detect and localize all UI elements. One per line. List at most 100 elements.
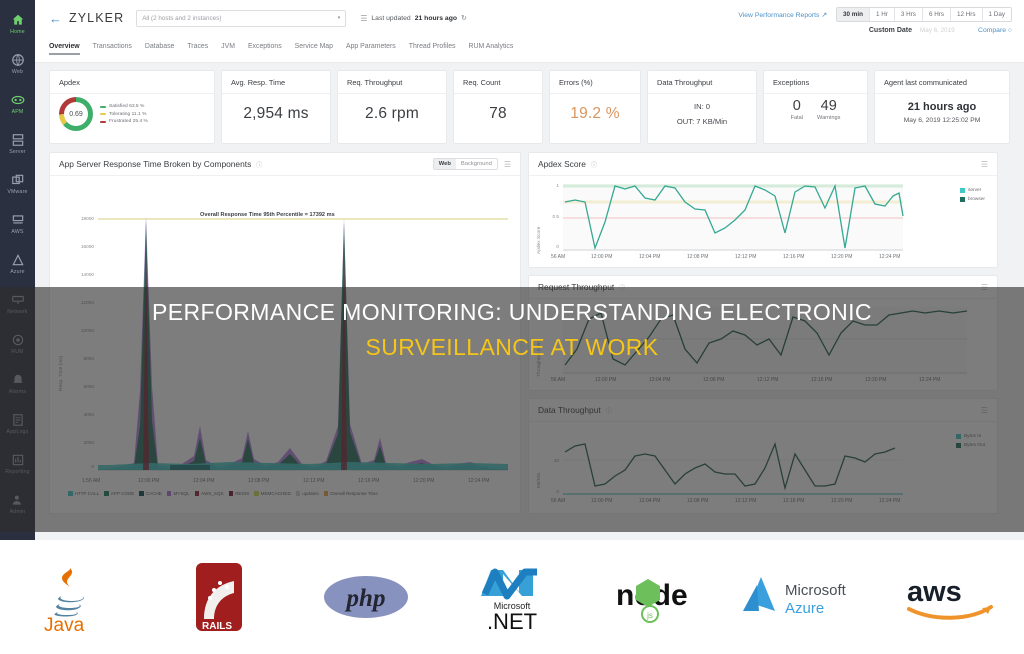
legend-item-browser[interactable]: browser (960, 197, 985, 202)
info-icon[interactable]: ⓘ (591, 160, 597, 169)
x-tick: 12:04 PM (639, 254, 661, 260)
time-range-1day[interactable]: 1 Day (983, 8, 1011, 21)
kpi-title: Req. Throughput (338, 71, 446, 94)
azure-logo: Microsoft Azure (731, 540, 877, 654)
view-performance-reports-link[interactable]: View Performance Reports ↗ (738, 11, 827, 19)
compare-label: Compare (978, 27, 1006, 34)
kpi-card-avg-resp-time[interactable]: Avg. Resp. Time 2,954 ms (221, 70, 331, 144)
tab-thread-profiles[interactable]: Thread Profiles (409, 43, 456, 55)
tab-database[interactable]: Database (145, 43, 175, 55)
apdex-donut-chart: 0.69 (59, 97, 93, 131)
time-range-selector[interactable]: 30 min 1 Hr 3 Hrs 6 Hrs 12 Hrs 1 Day (836, 7, 1012, 22)
refresh-icon[interactable]: ↻ (461, 14, 467, 22)
php-logo-text: php (344, 585, 385, 612)
data-throughput-in: IN: 0 (693, 102, 711, 111)
sidebar-item-label: Server (9, 148, 26, 155)
sidebar-item-vmware[interactable]: VMware (0, 164, 35, 204)
nodejs-logo-sub: js (646, 611, 653, 620)
toggle-web[interactable]: Web (433, 159, 456, 169)
time-range-6hrs[interactable]: 6 Hrs (923, 8, 951, 21)
back-arrow-icon[interactable]: ← (49, 11, 62, 26)
kpi-card-agent-last-communicated[interactable]: Agent last communicated 21 hours ago May… (874, 70, 1010, 144)
tab-rum-analytics[interactable]: RUM Analytics (469, 43, 514, 55)
time-range-30min[interactable]: 30 min (837, 8, 870, 21)
compare-toggle[interactable]: Compare ○ (978, 27, 1012, 34)
tab-overview[interactable]: Overview (49, 43, 80, 55)
sidebar-item-web[interactable]: Web (0, 44, 35, 84)
legend-label: server (967, 188, 982, 193)
sidebar-item-server[interactable]: Server (0, 124, 35, 164)
panel-menu-icon[interactable]: ☰ (981, 160, 988, 169)
kpi-card-exceptions[interactable]: Exceptions 0 Fatal 49 Warnings (763, 70, 868, 144)
tab-exceptions[interactable]: Exceptions (248, 43, 282, 55)
tab-transactions[interactable]: Transactions (93, 43, 132, 55)
home-icon (11, 13, 25, 27)
exceptions-values: 0 Fatal 49 Warnings (764, 94, 867, 121)
tab-service-map[interactable]: Service Map (295, 43, 333, 55)
kpi-card-req-count[interactable]: Req. Count 78 (453, 70, 543, 144)
azure-logo-text: Microsoft (785, 582, 847, 599)
toggle-background[interactable]: Background (456, 159, 497, 169)
x-tick: 12:12 PM (735, 254, 757, 260)
sidebar-item-apm[interactable]: APM (0, 84, 35, 124)
dotnet-logo-text: .NET (487, 609, 537, 632)
tab-jvm[interactable]: JVM (221, 43, 235, 55)
server-icon (11, 133, 25, 147)
kpi-title: Apdex (50, 71, 214, 94)
aws-logo: aws (878, 540, 1024, 654)
php-logo: php (293, 540, 439, 654)
kpi-card-apdex[interactable]: Apdex 0.69 Satisfied 63.5 % Tolerating 1… (49, 70, 215, 144)
java-logo: Java (0, 540, 146, 654)
kpi-title: Errors (%) (550, 71, 640, 94)
sidebar-item-label: Web (11, 68, 24, 75)
x-tick: 12:08 PM (687, 254, 709, 260)
header-right-controls: View Performance Reports ↗ 30 min 1 Hr 3… (738, 7, 1012, 22)
apdex-chart-legend: server browser (960, 188, 985, 202)
kpi-card-data-throughput[interactable]: Data Throughput IN: 0 OUT: 7 KB/Min (647, 70, 757, 144)
host-instance-select[interactable]: All (2 hosts and 2 instances) ▾ (136, 9, 347, 27)
custom-date-value[interactable]: May 6, 2019 (920, 27, 970, 34)
tab-app-parameters[interactable]: App Parameters (346, 43, 396, 55)
time-range-3hrs[interactable]: 3 Hrs (895, 8, 923, 21)
sidebar-item-aws[interactable]: AWS (0, 204, 35, 244)
sidebar-item-home[interactable]: Home (0, 4, 35, 44)
sidebar-item-label: APM (11, 108, 24, 115)
kpi-card-req-throughput[interactable]: Req. Throughput 2.6 rpm (337, 70, 447, 144)
kpi-value: 2,954 ms (243, 105, 309, 122)
panel-title: Apdex Score (538, 159, 586, 169)
web-background-toggle[interactable]: Web Background (432, 158, 498, 170)
last-updated-prefix: Last updated (371, 14, 411, 22)
time-range-1hr[interactable]: 1 Hr (870, 8, 895, 21)
agent-values: 21 hours ago May 6, 2019 12:25:02 PM (875, 94, 1009, 124)
vmware-icon (11, 173, 25, 187)
kpi-card-strip: Apdex 0.69 Satisfied 63.5 % Tolerating 1… (35, 63, 1024, 144)
kpi-title: Agent last communicated (875, 71, 1009, 94)
x-tick: 12:20 PM (831, 254, 853, 260)
kpi-title: Data Throughput (648, 71, 756, 94)
panel-apdex-score: Apdex Score ⓘ ☰ Apdex Score 1 0.5 0 serv… (528, 152, 998, 268)
legend-item-server[interactable]: server (960, 188, 985, 193)
rails-logo: RAILS (146, 540, 292, 654)
kpi-card-errors[interactable]: Errors (%) 19.2 % (549, 70, 641, 144)
sidebar-item-azure[interactable]: Azure (0, 244, 35, 284)
apdex-legend: Satisfied 63.5 % Tolerating 11.1 % Frust… (100, 104, 148, 124)
page-title: ZYLKER (69, 11, 125, 25)
exceptions-warnings: 49 Warnings (817, 98, 840, 121)
time-range-12hrs[interactable]: 12 Hrs (951, 8, 983, 21)
info-icon[interactable]: ⓘ (256, 160, 262, 169)
panel-header: Apdex Score ⓘ ☰ (529, 153, 997, 176)
tab-traces[interactable]: Traces (187, 43, 208, 55)
panel-menu-icon[interactable]: ☰ (504, 160, 511, 169)
external-link-icon: ↗ (821, 11, 828, 19)
panel-title: App Server Response Time Broken by Compo… (59, 159, 252, 169)
app-header: ← ZYLKER All (2 hosts and 2 instances) ▾… (35, 0, 1024, 63)
list-icon[interactable]: ☰ (360, 14, 367, 23)
apdex-legend-satisfied: Satisfied 63.5 % (100, 104, 148, 109)
data-throughput-values: IN: 0 OUT: 7 KB/Min (648, 94, 756, 134)
sidebar-item-label: Azure (10, 268, 25, 275)
panel-header: App Server Response Time Broken by Compo… (50, 153, 520, 176)
sidebar-item-label: Home (10, 28, 25, 35)
last-updated-group: ☰ Last updated 21 hours ago ↻ (360, 14, 467, 23)
overlay-headline: PERFORMANCE MONITORING: UNDERSTANDING EL… (0, 295, 1024, 364)
apdex-legend-tolerating: Tolerating 11.1 % (100, 112, 148, 117)
